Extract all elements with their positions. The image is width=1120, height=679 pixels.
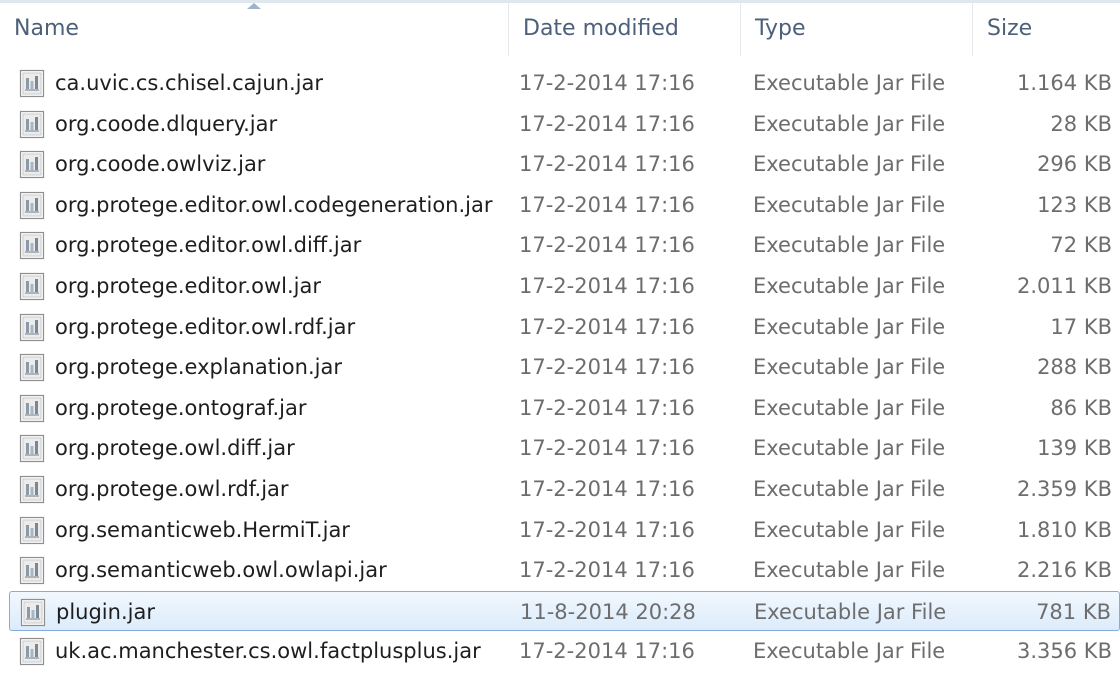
file-row[interactable]: org.protege.editor.owl.diff.jar 17-2-2014…: [0, 225, 1120, 265]
column-header-size-label: Size: [987, 15, 1033, 41]
file-size: 1.164 KB: [1017, 71, 1112, 95]
file-row[interactable]: ca.uvic.cs.chisel.cajun.jar 17-2-2014 17:…: [0, 63, 1120, 103]
column-header-type[interactable]: Type: [740, 0, 972, 56]
file-row[interactable]: org.semanticweb.HermiT.jar 17-2-2014 17:1…: [0, 510, 1120, 550]
jar-file-icon: [19, 231, 45, 260]
column-header-type-label: Type: [755, 15, 806, 41]
file-name: plugin.jar: [56, 600, 155, 624]
jar-file-icon: [19, 394, 45, 423]
file-date-modified: 17-2-2014 17:16: [519, 274, 695, 298]
file-row[interactable]: org.protege.owl.diff.jar 17-2-2014 17:16 E…: [0, 428, 1120, 468]
file-type: Executable Jar File: [754, 600, 947, 624]
column-header-name-label: Name: [14, 15, 79, 41]
file-size: 86 KB: [1050, 396, 1112, 420]
file-size: 296 KB: [1037, 152, 1112, 176]
jar-file-icon: [19, 110, 45, 139]
file-name: org.protege.explanation.jar: [55, 355, 342, 379]
file-type: Executable Jar File: [753, 152, 946, 176]
file-row[interactable]: uk.ac.manchester.cs.owl.factplusplus.jar…: [0, 631, 1120, 671]
jar-file-icon: [19, 434, 45, 463]
file-type: Executable Jar File: [753, 396, 946, 420]
column-header-date-label: Date modified: [523, 15, 679, 41]
file-date-modified: 17-2-2014 17:16: [519, 639, 695, 663]
file-date-modified: 11-8-2014 20:28: [520, 600, 696, 624]
column-header-size[interactable]: Size: [972, 0, 1120, 56]
sort-ascending-icon: [247, 3, 261, 9]
file-type: Executable Jar File: [753, 639, 946, 663]
file-type: Executable Jar File: [753, 436, 946, 460]
file-name: org.semanticweb.HermiT.jar: [55, 518, 350, 542]
file-type: Executable Jar File: [753, 274, 946, 298]
file-size: 3.356 KB: [1017, 639, 1112, 663]
jar-file-icon: [19, 313, 45, 342]
file-size: 139 KB: [1037, 436, 1112, 460]
file-row[interactable]: org.semanticweb.owl.owlapi.jar 17-2-2014 …: [0, 550, 1120, 590]
file-name: org.coode.dlquery.jar: [55, 112, 278, 136]
file-type: Executable Jar File: [753, 193, 946, 217]
file-type: Executable Jar File: [753, 355, 946, 379]
file-name: uk.ac.manchester.cs.owl.factplusplus.jar: [55, 639, 481, 663]
jar-file-icon: [19, 191, 45, 220]
file-size: 2.359 KB: [1017, 477, 1112, 501]
file-name: org.protege.editor.owl.jar: [55, 274, 321, 298]
file-row[interactable]: plugin.jar 11-8-2014 20:28 Executable Jar …: [9, 591, 1120, 631]
file-date-modified: 17-2-2014 17:16: [519, 112, 695, 136]
jar-file-icon: [19, 637, 45, 666]
jar-file-icon: [19, 150, 45, 179]
file-type: Executable Jar File: [753, 558, 946, 582]
file-row[interactable]: org.coode.dlquery.jar 17-2-2014 17:16 Exec…: [0, 104, 1120, 144]
file-row[interactable]: org.protege.editor.owl.rdf.jar 17-2-2014 …: [0, 307, 1120, 347]
file-row[interactable]: org.protege.editor.owl.codegeneration.ja…: [0, 185, 1120, 225]
file-name: org.semanticweb.owl.owlapi.jar: [55, 558, 387, 582]
file-name: org.protege.ontograf.jar: [55, 396, 307, 420]
file-name: org.protege.owl.diff.jar: [55, 436, 295, 460]
file-date-modified: 17-2-2014 17:16: [519, 436, 695, 460]
file-size: 123 KB: [1037, 193, 1112, 217]
file-date-modified: 17-2-2014 17:16: [519, 518, 695, 542]
file-size: 1.810 KB: [1017, 518, 1112, 542]
column-header-date[interactable]: Date modified: [508, 0, 740, 56]
file-date-modified: 17-2-2014 17:16: [519, 71, 695, 95]
file-row[interactable]: org.protege.explanation.jar 17-2-2014 17:…: [0, 347, 1120, 387]
file-type: Executable Jar File: [753, 477, 946, 501]
file-row[interactable]: org.protege.owl.rdf.jar 17-2-2014 17:16 Ex…: [0, 469, 1120, 509]
file-date-modified: 17-2-2014 17:16: [519, 355, 695, 379]
jar-file-icon: [20, 598, 46, 627]
file-date-modified: 17-2-2014 17:16: [519, 315, 695, 339]
file-type: Executable Jar File: [753, 71, 946, 95]
file-row[interactable]: org.protege.ontograf.jar 17-2-2014 17:16 E…: [0, 388, 1120, 428]
jar-file-icon: [19, 516, 45, 545]
file-date-modified: 17-2-2014 17:16: [519, 233, 695, 257]
file-date-modified: 17-2-2014 17:16: [519, 193, 695, 217]
file-name: org.protege.owl.rdf.jar: [55, 477, 289, 501]
file-type: Executable Jar File: [753, 233, 946, 257]
jar-file-icon: [19, 353, 45, 382]
file-size: 72 KB: [1050, 233, 1112, 257]
file-type: Executable Jar File: [753, 112, 946, 136]
jar-file-icon: [19, 556, 45, 585]
file-row[interactable]: org.coode.owlviz.jar 17-2-2014 17:16 Execu…: [0, 144, 1120, 184]
file-size: 28 KB: [1050, 112, 1112, 136]
file-name: org.coode.owlviz.jar: [55, 152, 266, 176]
column-header-bar: Name Date modified Type Size: [0, 0, 1120, 56]
file-size: 2.216 KB: [1017, 558, 1112, 582]
file-size: 288 KB: [1037, 355, 1112, 379]
file-name: org.protege.editor.owl.rdf.jar: [55, 315, 356, 339]
file-type: Executable Jar File: [753, 518, 946, 542]
file-name: org.protege.editor.owl.codegeneration.ja…: [55, 193, 493, 217]
file-date-modified: 17-2-2014 17:16: [519, 396, 695, 420]
file-type: Executable Jar File: [753, 315, 946, 339]
file-date-modified: 17-2-2014 17:16: [519, 558, 695, 582]
jar-file-icon: [19, 69, 45, 98]
file-date-modified: 17-2-2014 17:16: [519, 152, 695, 176]
file-row[interactable]: org.protege.editor.owl.jar 17-2-2014 17:1…: [0, 266, 1120, 306]
file-name: org.protege.editor.owl.diff.jar: [55, 233, 362, 257]
file-size: 2.011 KB: [1017, 274, 1112, 298]
file-size: 17 KB: [1050, 315, 1112, 339]
file-date-modified: 17-2-2014 17:16: [519, 477, 695, 501]
jar-file-icon: [19, 272, 45, 301]
file-size: 781 KB: [1036, 600, 1111, 624]
jar-file-icon: [19, 475, 45, 504]
file-name: ca.uvic.cs.chisel.cajun.jar: [55, 71, 323, 95]
